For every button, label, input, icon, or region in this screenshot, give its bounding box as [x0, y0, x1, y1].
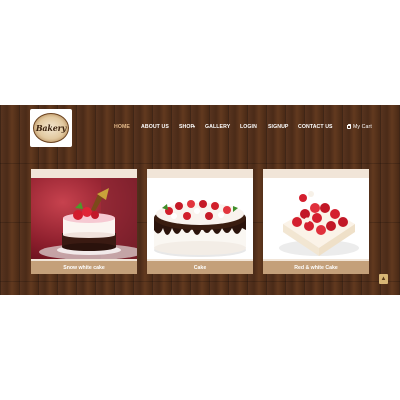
nav-about-us[interactable]: ABOUT US: [141, 124, 169, 130]
product-card[interactable]: Red & white Cake: [263, 169, 369, 274]
product-caption[interactable]: Snow white cake: [31, 261, 137, 274]
nav-contact-us[interactable]: CONTACT US: [298, 124, 333, 130]
nav-gallery[interactable]: GALLERY: [205, 124, 230, 130]
product-card[interactable]: Cake: [147, 169, 253, 274]
bakery-website: Bakery HOME ABOUT US SHOP ▾ GALLERY LOGI…: [0, 105, 400, 295]
product-caption[interactable]: Red & white Cake: [263, 261, 369, 274]
my-cart-label: My Cart: [353, 124, 372, 130]
product-caption[interactable]: Cake: [147, 261, 253, 274]
my-cart-link[interactable]: My Cart: [347, 124, 372, 130]
main-nav: HOME ABOUT US SHOP ▾ GALLERY LOGIN SIGNU…: [0, 124, 400, 134]
arrow-up-icon: ▲: [380, 276, 387, 282]
product-image-red-white-cake: [263, 178, 369, 259]
product-image-snow-white-cake: [31, 178, 137, 259]
product-image-cake: [147, 178, 253, 259]
scroll-to-top-button[interactable]: ▲: [379, 274, 388, 284]
nav-signup[interactable]: SIGNUP: [268, 124, 289, 130]
nav-shop[interactable]: SHOP: [179, 124, 194, 130]
shopping-bag-icon: [347, 124, 351, 129]
shop-dropdown-icon[interactable]: ▾: [193, 124, 195, 129]
nav-login[interactable]: LOGIN: [240, 124, 257, 130]
product-card[interactable]: Snow white cake: [31, 169, 137, 274]
nav-home[interactable]: HOME: [114, 124, 130, 130]
